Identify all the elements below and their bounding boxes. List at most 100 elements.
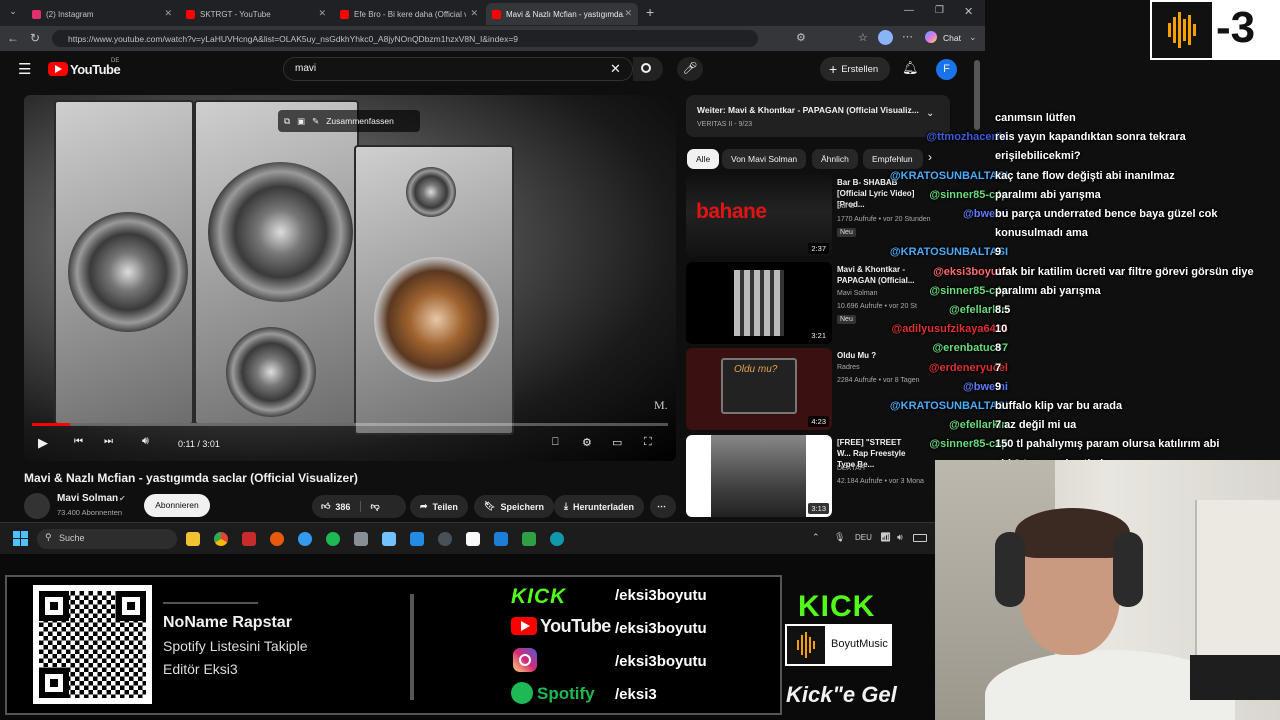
notifications-bell-icon[interactable]: 🔔︎ xyxy=(902,60,919,76)
like-count[interactable]: 386 xyxy=(335,502,350,512)
download-button[interactable]: ⤓ Herunterladen xyxy=(554,495,644,518)
save-button[interactable]: 🔖︎ Speichern xyxy=(474,495,554,518)
subscribe-button[interactable]: Abonnieren xyxy=(144,494,210,517)
chevron-down-icon[interactable]: ⌄ xyxy=(969,32,977,43)
wifi-icon[interactable]: 📶︎ xyxy=(880,532,891,543)
next-icon[interactable]: ⏭ xyxy=(104,436,113,447)
obs-icon[interactable] xyxy=(438,532,452,546)
minimize-icon[interactable]: — xyxy=(904,5,914,16)
clear-search-icon[interactable]: ✕ xyxy=(610,61,621,77)
new-tab-button[interactable]: + xyxy=(646,4,654,20)
microphone-icon[interactable]: 🎙︎ xyxy=(834,532,845,543)
vscode-icon[interactable] xyxy=(494,532,508,546)
video-thumbnail[interactable]: 3:21 xyxy=(686,262,832,344)
chat-username[interactable]: @KRATOSUNBALTASI xyxy=(868,246,1008,258)
progress-bar[interactable] xyxy=(32,423,668,426)
chat-username[interactable]: @KRATOSUNBALTASI xyxy=(868,170,1008,182)
tab-instagram[interactable]: (2) Instagram ✕ xyxy=(26,3,178,25)
dislike-icon[interactable]: 👎︎ xyxy=(360,501,380,512)
app-icon-red[interactable] xyxy=(242,532,256,546)
app-icon-green[interactable] xyxy=(522,532,536,546)
chip-from-channel[interactable]: Von Mavi Solman xyxy=(722,149,807,169)
file-explorer-icon[interactable] xyxy=(186,532,200,546)
menu-icon[interactable]: ☰ xyxy=(18,60,31,78)
create-button[interactable]: + Erstellen xyxy=(820,57,890,81)
favorites-icon[interactable]: ☆ xyxy=(858,31,868,44)
edge-icon[interactable] xyxy=(550,532,564,546)
close-icon[interactable]: ✕ xyxy=(624,8,632,19)
windows-start-icon[interactable] xyxy=(13,531,28,546)
tab-youtube-sktrgt[interactable]: SKTRGT - YouTube ✕ xyxy=(180,3,332,25)
chat-username[interactable]: @sinner85-c4p xyxy=(868,438,1008,450)
close-icon[interactable]: ✕ xyxy=(318,8,326,19)
shield-icon[interactable] xyxy=(410,532,424,546)
app-icon-orange[interactable] xyxy=(270,532,284,546)
video-player[interactable]: ⧉ ▣ ✎ Zusammenfassen M. ▶ ⏮ ⏭ 🔊︎ 0:11 / … xyxy=(24,95,676,461)
taskbar-search[interactable]: Suche xyxy=(37,529,177,549)
like-icon[interactable]: 👍︎ xyxy=(312,501,330,512)
subtitles-icon[interactable]: ⎕ xyxy=(552,436,559,449)
chat-button[interactable]: Chat xyxy=(943,33,961,43)
page-scrollbar[interactable] xyxy=(974,60,980,130)
chat-username[interactable]: @erenbatuc07 xyxy=(868,342,1008,354)
reload-icon[interactable]: ↻ xyxy=(30,31,40,45)
search-input[interactable]: mavi xyxy=(283,57,633,81)
chip-all[interactable]: Alle xyxy=(687,149,720,169)
url-field[interactable]: https://www.youtube.com/watch?v=yLaHUVHc… xyxy=(52,30,758,47)
video-thumbnail[interactable]: bahane 2:37 xyxy=(686,175,832,257)
video-thumbnail[interactable]: 3:13 xyxy=(686,435,832,517)
chat-username[interactable]: @adilyusufzikaya6434 xyxy=(868,323,1008,335)
chevron-down-icon[interactable]: ⌄ xyxy=(926,108,934,119)
chat-username[interactable]: @sinner85-c4p xyxy=(868,285,1008,297)
share-button[interactable]: ➦ Teilen xyxy=(410,495,468,518)
chrome-icon[interactable] xyxy=(214,532,228,546)
summarize-bar[interactable]: ⧉ ▣ ✎ Zusammenfassen xyxy=(278,110,420,132)
tray-chevron-icon[interactable]: ⌃ xyxy=(812,532,820,543)
youtube-logo-text[interactable]: YouTube xyxy=(70,62,121,77)
fullscreen-icon[interactable]: ⛶ xyxy=(644,436,652,449)
close-icon[interactable]: ✕ xyxy=(164,8,172,19)
chat-username[interactable]: @sinner85-c4p xyxy=(868,189,1008,201)
chat-username[interactable]: @erdeneryucel xyxy=(868,362,1008,374)
theater-mode-icon[interactable]: ▭ xyxy=(612,436,622,449)
chat-username[interactable]: @KRATOSUNBALTASI xyxy=(868,400,1008,412)
spotify-icon[interactable] xyxy=(326,532,340,546)
extensions-icon[interactable]: ⚙ xyxy=(796,31,806,44)
chevron-right-icon[interactable]: › xyxy=(928,150,932,164)
document-icon[interactable] xyxy=(466,532,480,546)
channel-avatar[interactable] xyxy=(24,493,50,519)
channel-name[interactable]: Mavi Solman xyxy=(57,493,118,504)
tab-list-chevron-icon[interactable]: ⌄ xyxy=(6,6,20,20)
voice-search-icon[interactable]: 🎤︎ xyxy=(677,57,703,81)
window-close-icon[interactable]: ✕ xyxy=(964,5,973,18)
chat-username[interactable]: @eksi3boyutu xyxy=(868,266,1008,278)
account-avatar[interactable]: F xyxy=(936,59,957,80)
more-icon[interactable]: ⋯ xyxy=(902,30,913,43)
app-icon-lightblue[interactable] xyxy=(382,532,396,546)
speaker-icon[interactable]: 🔊︎ xyxy=(897,532,903,543)
maximize-icon[interactable]: ❐ xyxy=(935,5,944,16)
chat-username[interactable]: @bwemi xyxy=(868,381,1008,393)
battery-icon[interactable] xyxy=(913,534,927,542)
app-icon-gray[interactable] xyxy=(354,532,368,546)
chip-recommended[interactable]: Empfehlun xyxy=(863,149,923,169)
video-thumbnail[interactable]: Oldu mu? 4:23 xyxy=(686,348,832,430)
app-icon-blue[interactable] xyxy=(298,532,312,546)
tab-youtube-efe[interactable]: Efe Bro - Bi kere daha (Official vid... … xyxy=(334,3,484,25)
volume-icon[interactable]: 🔊︎ xyxy=(142,435,149,448)
tab-youtube-active[interactable]: Mavi & Nazlı Mcfian - yastıgımda... ✕ xyxy=(486,3,638,25)
profile-avatar[interactable] xyxy=(878,30,893,45)
more-actions-icon[interactable]: ⋯ xyxy=(650,495,676,518)
back-icon[interactable]: ← xyxy=(7,31,19,45)
search-button[interactable] xyxy=(633,57,663,81)
play-icon[interactable]: ▶ xyxy=(38,435,48,451)
close-icon[interactable]: ✕ xyxy=(470,8,478,19)
chat-username[interactable]: @efellarkin xyxy=(868,304,1008,316)
chat-username[interactable]: @ttmozhacer74 xyxy=(868,131,1008,143)
language-indicator[interactable]: DEU xyxy=(855,533,872,542)
chat-username[interactable]: @efellarkin xyxy=(868,419,1008,431)
previous-icon[interactable]: ⏮ xyxy=(74,436,83,447)
chip-related[interactable]: Ähnlich xyxy=(812,149,858,169)
settings-gear-icon[interactable]: ⚙ xyxy=(582,436,592,449)
youtube-logo-icon[interactable] xyxy=(48,62,68,76)
